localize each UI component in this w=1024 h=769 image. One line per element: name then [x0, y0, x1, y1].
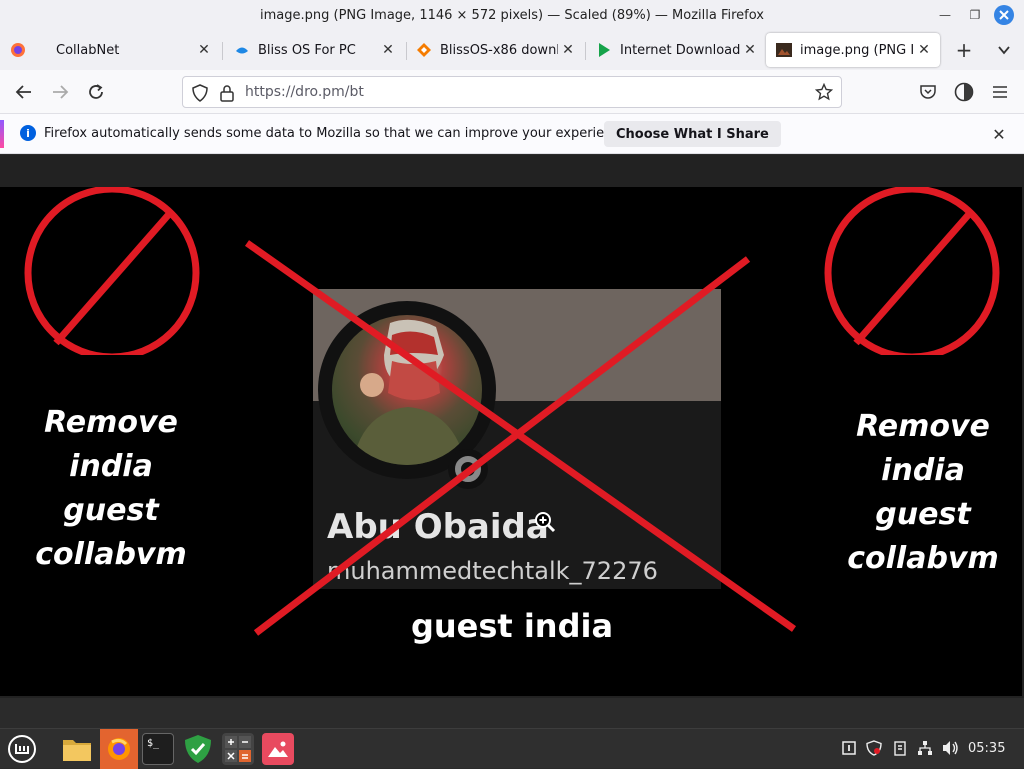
- close-tab-icon[interactable]: ✕: [378, 40, 398, 60]
- window-title: image.png (PNG Image, 1146 × 572 pixels)…: [260, 7, 764, 23]
- close-tab-icon[interactable]: ✕: [558, 40, 578, 60]
- tab-image-png[interactable]: image.png (PNG Ima ✕: [766, 33, 940, 67]
- bookmark-star-icon[interactable]: [814, 82, 834, 105]
- tab-label: Bliss OS For PC: [258, 42, 356, 58]
- reload-button[interactable]: [82, 78, 110, 106]
- tab-internet-download[interactable]: Internet Download M ✕: [586, 33, 766, 67]
- url-text[interactable]: https://dro.pm/bt: [245, 84, 364, 100]
- firefox-icon: [10, 42, 26, 58]
- info-icon: i: [20, 125, 36, 141]
- tab-label: image.png (PNG Ima: [800, 42, 914, 58]
- tab-label: BlissOS-x86 downlo: [440, 42, 558, 58]
- account-icon[interactable]: [950, 78, 978, 106]
- hamburger-menu-icon[interactable]: [986, 78, 1014, 106]
- play-icon: [596, 42, 612, 58]
- tab-blissos-download[interactable]: BlissOS-x86 downlo ✕: [406, 33, 584, 67]
- choose-what-i-share-button[interactable]: Choose What I Share: [604, 121, 781, 147]
- image-viewer-icon[interactable]: [262, 733, 294, 765]
- pocket-icon[interactable]: [914, 78, 942, 106]
- firefox-taskbar-icon[interactable]: [100, 729, 138, 769]
- close-tab-icon[interactable]: ✕: [740, 40, 760, 60]
- displayed-image[interactable]: Remove india guest collabvm Remove india…: [0, 187, 1022, 696]
- list-all-tabs-button[interactable]: [990, 36, 1018, 64]
- notification-accent: [0, 120, 4, 148]
- close-tab-icon[interactable]: ✕: [194, 40, 214, 60]
- tab-bliss-os[interactable]: Bliss OS For PC ✕: [224, 33, 404, 67]
- navigation-toolbar: https://dro.pm/bt: [0, 70, 1024, 114]
- data-collection-notification: i Firefox automatically sends some data …: [0, 114, 1024, 154]
- files-icon[interactable]: [61, 733, 93, 765]
- tab-bar: CollabNet ✕ Bliss OS For PC ✕ BlissOS-x8…: [0, 30, 1024, 70]
- new-tab-button[interactable]: +: [950, 36, 978, 64]
- tab-label: Internet Download M: [620, 42, 740, 58]
- shield-tray-icon[interactable]: [865, 739, 883, 757]
- close-window-button[interactable]: [993, 4, 1015, 26]
- window-titlebar: image.png (PNG Image, 1146 × 572 pixels)…: [0, 0, 1024, 30]
- sourceforge-icon: [416, 42, 432, 58]
- calculator-icon[interactable]: [222, 733, 254, 765]
- address-bar[interactable]: https://dro.pm/bt: [182, 76, 842, 108]
- start-menu-icon[interactable]: [6, 733, 38, 765]
- notification-message: Firefox automatically sends some data to…: [44, 126, 632, 141]
- clipboard-icon[interactable]: [891, 739, 909, 757]
- close-tab-icon[interactable]: ✕: [914, 40, 934, 60]
- image-viewer: Remove india guest collabvm Remove india…: [0, 155, 1024, 698]
- volume-icon[interactable]: [942, 739, 960, 757]
- terminal-icon[interactable]: $_: [142, 733, 174, 765]
- zoom-in-cursor-icon: [534, 511, 556, 537]
- lock-icon[interactable]: [219, 84, 235, 106]
- forward-button[interactable]: [46, 78, 74, 106]
- maximize-button[interactable]: ❐: [964, 4, 986, 26]
- back-button[interactable]: [10, 78, 38, 106]
- shield-icon[interactable]: [182, 733, 214, 765]
- minimize-button[interactable]: —: [934, 4, 956, 26]
- clock[interactable]: 05:35: [968, 741, 1005, 756]
- bliss-icon: [234, 42, 250, 58]
- taskbar: $_ 05:35: [0, 728, 1024, 769]
- tracking-shield-icon[interactable]: [191, 84, 209, 106]
- network-icon[interactable]: [916, 739, 934, 757]
- close-notification-icon[interactable]: ✕: [988, 123, 1010, 145]
- tab-collabnet[interactable]: CollabNet ✕: [0, 33, 220, 67]
- update-manager-icon[interactable]: [840, 739, 858, 757]
- tab-label: CollabNet: [56, 42, 120, 58]
- image-thumb-icon: [776, 42, 792, 58]
- caption-text: guest india: [410, 607, 614, 645]
